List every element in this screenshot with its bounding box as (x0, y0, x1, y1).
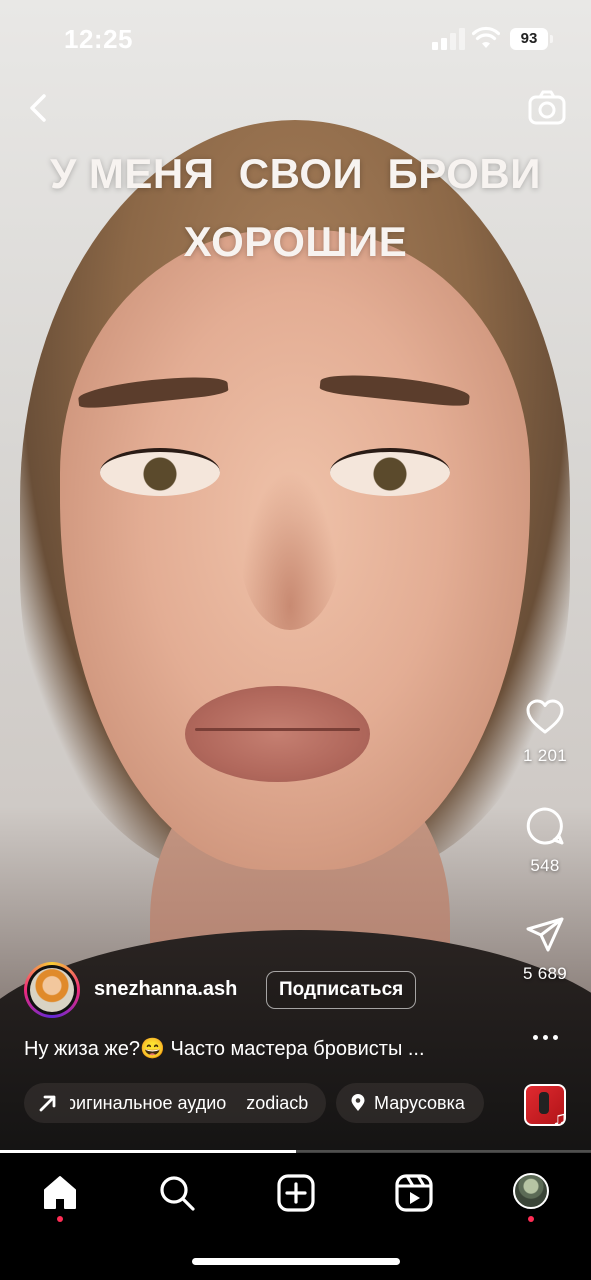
audio-chip[interactable]: Оригинальное аудио zodiacb (24, 1083, 326, 1123)
audio-chip-text: Оригинальное аудио zodiacb (70, 1093, 309, 1113)
status-bar: 12:25 93 (0, 0, 591, 80)
share-count: 5 689 (522, 964, 568, 983)
cellular-signal-icon (432, 28, 465, 50)
video-right-eye (330, 448, 450, 496)
home-active-dot (57, 1216, 63, 1222)
follow-button[interactable]: Подписаться (266, 971, 417, 1009)
location-pin-icon (351, 1094, 365, 1111)
profile-notification-dot (528, 1216, 534, 1222)
overlay-line-1: У МЕНЯ СВОИ БРОВИ (50, 150, 541, 197)
reel-caption[interactable]: Ну жиза же?😄 Часто мастера бровисты ... (24, 1036, 425, 1061)
more-options-icon[interactable] (533, 1024, 559, 1050)
camera-icon[interactable] (527, 88, 567, 128)
video-overlay-text: У МЕНЯ СВОИ БРОВИ ХОРОШИЕ (0, 140, 591, 276)
video-nose (240, 470, 340, 630)
video-lipline (195, 728, 360, 731)
profile-avatar[interactable] (513, 1173, 549, 1209)
reels-icon[interactable] (394, 1173, 434, 1213)
like-action[interactable]: 1 201 (500, 698, 590, 766)
location-chip[interactable]: Марусовка (336, 1083, 484, 1123)
music-note-icon: ♫ (552, 1108, 567, 1130)
author-username[interactable]: snezhanna.ash (94, 978, 237, 1001)
battery-tip (550, 35, 553, 43)
create-post-icon[interactable] (276, 1173, 316, 1213)
comment-action[interactable]: 548 (500, 806, 590, 876)
trend-arrow-icon (39, 1095, 56, 1112)
comment-icon[interactable] (525, 806, 565, 846)
reels-screen: 12:25 93 У МЕНЯ СВОИ БРОВИ ХОРОШИЕ 1 201 (0, 0, 591, 1280)
search-icon[interactable] (157, 1173, 197, 1213)
location-chip-text: Марусовка (374, 1093, 465, 1113)
comment-count: 548 (530, 856, 560, 875)
profile-tab[interactable] (513, 1173, 553, 1213)
heart-icon[interactable] (525, 698, 565, 736)
back-arrow-icon[interactable] (22, 90, 58, 126)
share-action[interactable]: 5 689 (500, 916, 590, 984)
video-lips (185, 686, 370, 782)
author-avatar[interactable] (24, 962, 80, 1018)
video-left-eye (100, 448, 220, 496)
status-time: 12:25 (64, 24, 133, 54)
send-icon[interactable] (525, 916, 565, 954)
like-count: 1 201 (522, 746, 568, 765)
wifi-icon (472, 26, 500, 48)
home-indicator[interactable] (192, 1258, 400, 1265)
overlay-line-2: ХОРОШИЕ (183, 218, 408, 265)
battery-icon: 93 (510, 28, 548, 50)
home-icon[interactable] (40, 1173, 80, 1213)
